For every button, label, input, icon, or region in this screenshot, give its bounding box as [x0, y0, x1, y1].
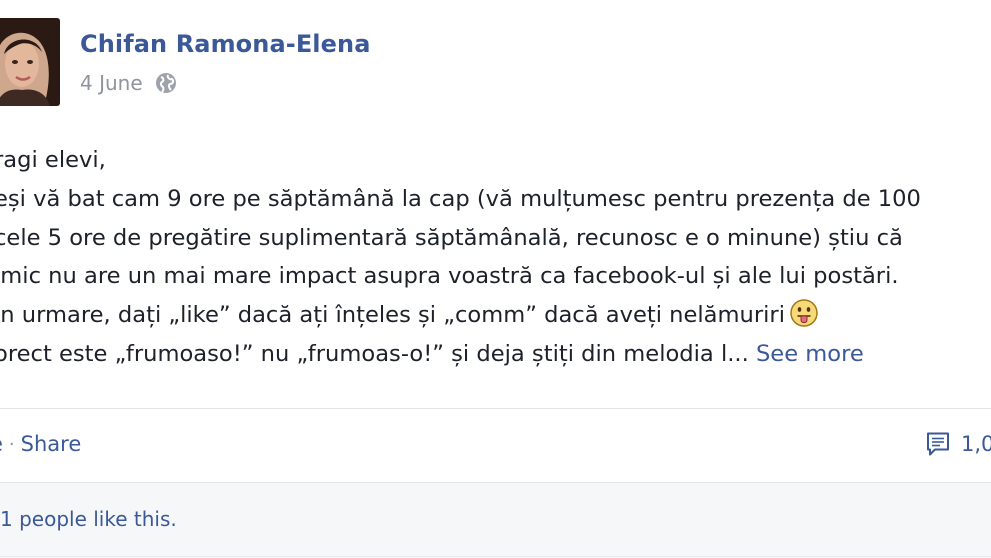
like-link[interactable]: e: [0, 432, 3, 456]
post-body: ragi elevi, eși vă bat cam 9 ore pe săpt…: [0, 141, 991, 374]
globe-icon[interactable]: [155, 72, 177, 94]
facebook-post: Chifan Ramona-Elena 4 June ragi elevi, e…: [0, 0, 991, 558]
post-line: in urmare, dați „like” dacă ați înțeles …: [0, 302, 785, 329]
comment-count: 1,0: [961, 432, 991, 456]
likes-count-text[interactable]: 1 people like this.: [0, 507, 177, 531]
post-line: orect este „frumoaso!” nu „frumoas-o!” ș…: [0, 340, 749, 367]
share-link[interactable]: Share: [21, 432, 82, 456]
post-line: imic nu are un mai mare impact asupra vo…: [0, 263, 899, 290]
author-name[interactable]: Chifan Ramona-Elena: [80, 30, 371, 58]
post-date[interactable]: 4 June: [80, 71, 143, 95]
post-meta: 4 June: [80, 69, 177, 97]
see-more-link[interactable]: See more: [756, 341, 864, 367]
divider: [0, 556, 991, 557]
post-line-last: orect este „frumoaso!” nu „frumoas-o!” ș…: [0, 335, 991, 374]
post-line: eși vă bat cam 9 ore pe săptămână la cap…: [0, 185, 921, 212]
post-line: cele 5 ore de pregătire suplimentară săp…: [0, 224, 903, 251]
tongue-out-emoji-icon: [789, 298, 819, 328]
separator-dot: ·: [8, 433, 15, 455]
comments-counter[interactable]: 1,0: [925, 428, 991, 460]
author-avatar[interactable]: [0, 18, 60, 106]
post-line: ragi elevi,: [0, 147, 106, 173]
comment-icon: [925, 431, 951, 457]
divider: [0, 408, 991, 409]
avatar-photo: [0, 18, 60, 106]
post-actions: e · Share: [0, 428, 81, 460]
post-line-with-emoji: in urmare, dați „like” dacă ați înțeles …: [0, 296, 991, 335]
likes-summary: 1 people like this.: [0, 482, 991, 558]
